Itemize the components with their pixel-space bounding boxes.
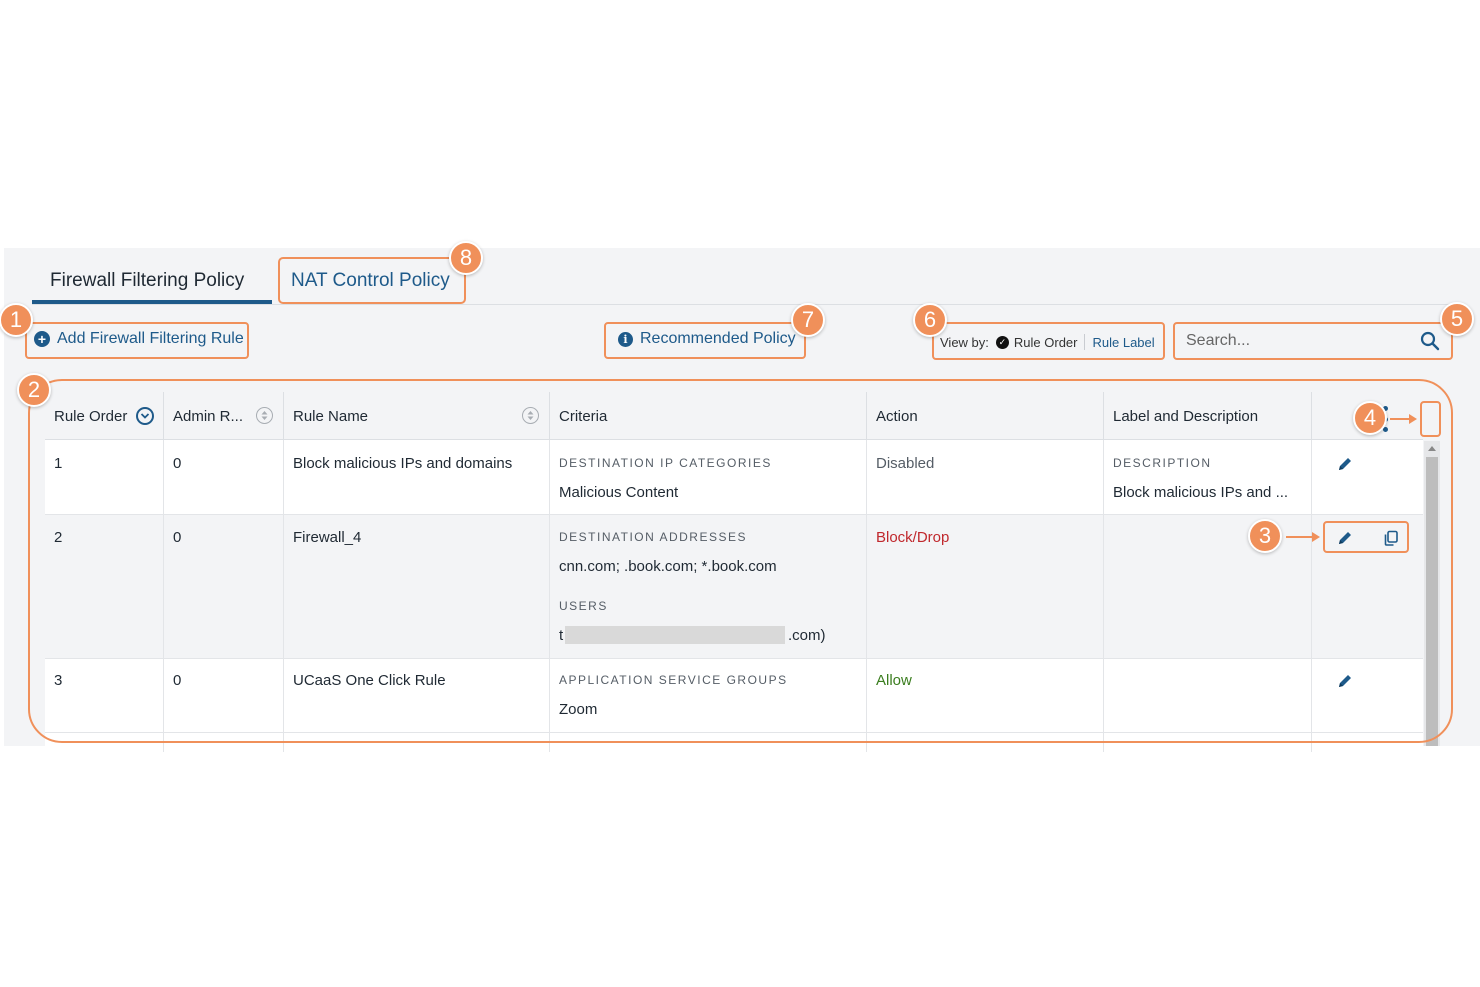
annotation-box-search [1173, 322, 1453, 360]
annotation-box-kebab [1420, 401, 1441, 437]
annotation-arrow [1286, 536, 1314, 538]
annotation-box-table [28, 379, 1453, 743]
annotation-badge-5: 5 [1440, 302, 1474, 336]
annotation-badge-3: 3 [1248, 519, 1282, 553]
annotation-box-nat-tab [278, 257, 466, 304]
annotation-arrowhead [1312, 532, 1320, 542]
annotation-arrow [1390, 418, 1410, 420]
annotation-badge-1: 1 [0, 303, 33, 337]
tab-firewall-filtering-policy[interactable]: Firewall Filtering Policy [50, 270, 244, 292]
annotation-badge-7: 7 [791, 303, 825, 337]
annotation-badge-4: 4 [1353, 401, 1387, 435]
tab-divider [32, 304, 1454, 305]
annotation-box-add-rule [25, 322, 249, 359]
annotation-box-row-actions [1323, 521, 1409, 553]
annotation-box-view-by [932, 322, 1165, 360]
annotation-box-recommended [604, 322, 806, 359]
annotation-arrowhead [1409, 414, 1417, 424]
annotation-badge-6: 6 [913, 303, 947, 337]
annotation-badge-8: 8 [449, 241, 483, 275]
annotation-badge-2: 2 [17, 373, 51, 407]
